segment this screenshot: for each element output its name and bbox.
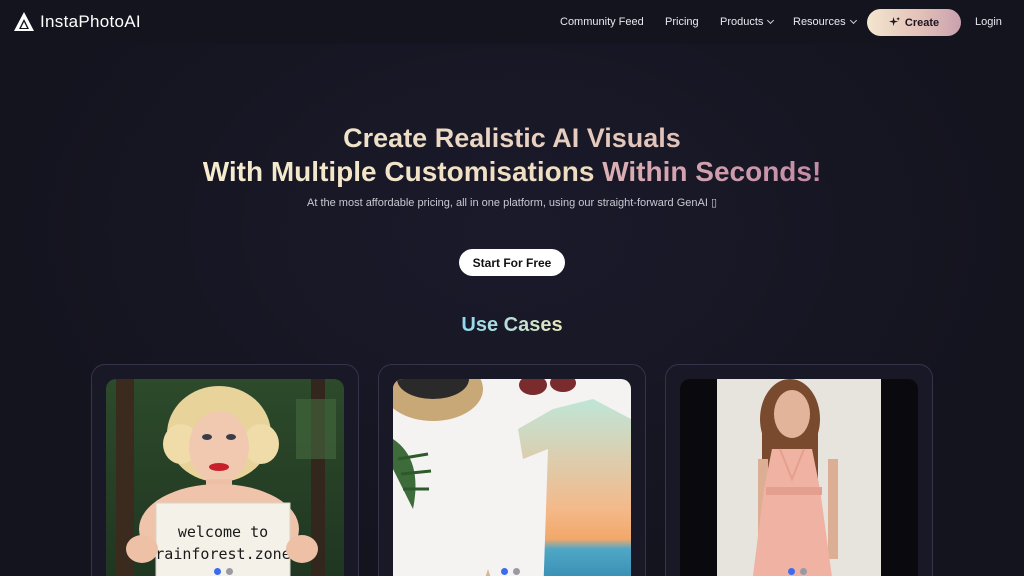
carousel-dot[interactable] — [226, 568, 233, 575]
hero-subtitle: At the most affordable pricing, all in o… — [307, 197, 717, 209]
sparkle-icon — [888, 17, 900, 27]
logo-text: InstaPhotoAI — [40, 12, 141, 31]
carousel-dot[interactable] — [800, 568, 807, 575]
create-button-label: Create — [904, 16, 940, 29]
login-link[interactable]: Login — [975, 16, 1002, 28]
portrait-sign-image: welcome to rainforest.zone — [106, 379, 344, 576]
sign-text-line2: rainforest.zone — [155, 545, 290, 563]
nav-pricing[interactable]: Pricing — [665, 16, 699, 28]
tshirt-flatlay-image — [393, 379, 631, 576]
carousel-dots-1 — [214, 568, 233, 575]
chevron-down-icon — [849, 16, 857, 25]
use-cases-heading: Use Cases — [0, 314, 1024, 337]
hero-heading-line2: With Multiple Customisations Within Seco… — [0, 156, 1024, 188]
use-case-image-2 — [393, 379, 631, 576]
sign-text-line1: welcome to — [178, 523, 268, 541]
nav-community-feed[interactable]: Community Feed — [560, 16, 644, 28]
use-case-card-1[interactable]: welcome to rainforest.zone — [91, 364, 359, 576]
hero-heading-line2-part1: With Multiple Customisations — [202, 156, 595, 187]
hero-heading-line1-text: Create Realistic AI Visuals — [343, 123, 681, 153]
top-navbar: InstaPhotoAI Community Feed Pricing Prod… — [0, 0, 1024, 44]
hero-heading-line1: Create Realistic AI Visuals — [0, 123, 1024, 154]
logo[interactable]: InstaPhotoAI — [13, 11, 141, 33]
hero-heading-line2-part2: Within Seconds! — [602, 156, 822, 187]
carousel-dot-active[interactable] — [501, 568, 508, 575]
carousel-dot-active[interactable] — [788, 568, 795, 575]
use-case-card-2[interactable] — [378, 364, 646, 576]
carousel-dots-3 — [788, 568, 807, 575]
chevron-down-icon — [767, 16, 775, 25]
logo-icon — [14, 12, 34, 31]
use-case-card-3[interactable] — [665, 364, 933, 576]
start-for-free-button[interactable]: Start For Free — [459, 249, 565, 276]
carousel-dot-active[interactable] — [214, 568, 221, 575]
use-case-image-1: welcome to rainforest.zone — [106, 379, 344, 576]
nav-resources-dropdown[interactable]: Resources — [793, 16, 857, 28]
nav-products-dropdown[interactable]: Products — [720, 16, 775, 28]
carousel-dot[interactable] — [513, 568, 520, 575]
model-dress-image — [680, 379, 918, 576]
use-case-image-3 — [680, 379, 918, 576]
nav-products-label: Products — [720, 16, 764, 28]
create-button[interactable]: Create — [867, 9, 961, 36]
use-cases-heading-text: Use Cases — [461, 314, 563, 336]
carousel-dots-2 — [501, 568, 520, 575]
nav-resources-label: Resources — [793, 16, 846, 28]
